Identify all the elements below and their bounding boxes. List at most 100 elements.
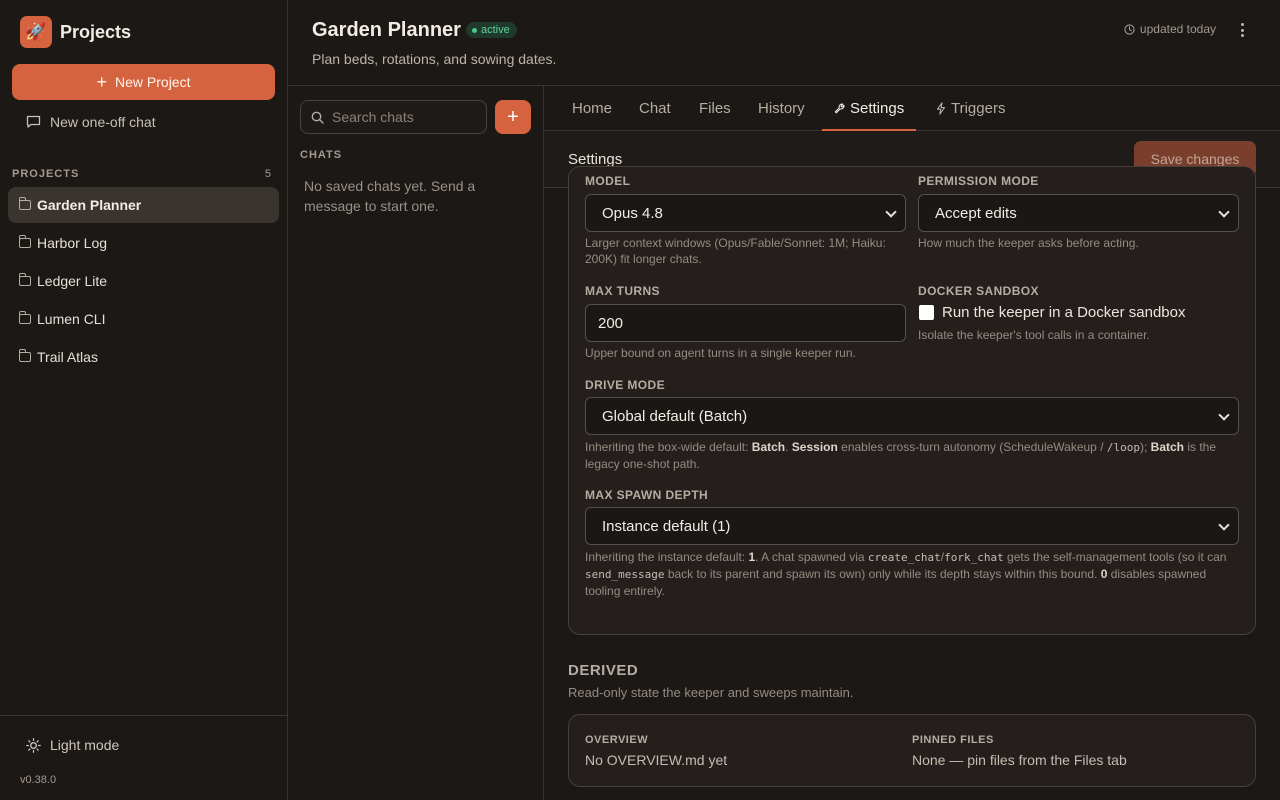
project-item-ledger-lite[interactable]: Ledger Lite [8,263,279,299]
add-chat-button[interactable]: + [495,100,531,134]
chevron-down-icon [1218,206,1230,218]
drive-mode-select[interactable]: Global default (Batch) [585,397,1239,435]
project-item-lumen-cli[interactable]: Lumen CLI [8,301,279,337]
max-spawn-depth-help: Inheriting the instance default: 1. A ch… [585,550,1227,598]
docker-sandbox-checkbox-label[interactable]: Run the keeper in a Docker sandbox [942,304,1185,321]
chat-bubble-icon [26,115,41,128]
docker-sandbox-label: DOCKER SANDBOX [918,284,1039,298]
updated-indicator: updated today [1124,22,1216,36]
search-chats-input[interactable] [332,109,472,125]
folder-icon [19,235,31,248]
sidebar: 🚀 Projects + New Project New one-off cha… [0,0,288,800]
tab-files[interactable]: Files [699,86,731,130]
app-version: v0.38.0 [20,774,57,786]
tab-home[interactable]: Home [572,86,612,130]
tab-label: Home [572,99,613,117]
status-badge: active [466,22,517,38]
pinned-files-value: None — pin files from the Files tab [912,752,1127,768]
main-panel: Home Chat Files History Settings Trigger… [544,86,1280,800]
clock-icon [1124,23,1135,35]
settings-card: MODEL Opus 4.8 Larger context windows (O… [568,166,1256,635]
brand-title: Projects [60,21,132,42]
project-tabs: Home Chat Files History Settings Trigger… [544,86,1280,131]
overview-label: OVERVIEW [585,734,649,746]
derived-subtitle: Read-only state the keeper and sweeps ma… [568,685,854,700]
max-turns-value: 200 [598,314,624,332]
folder-icon [19,349,31,362]
max-spawn-depth-select[interactable]: Instance default (1) [585,507,1239,545]
model-value: Opus 4.8 [602,204,663,222]
project-title: Garden Planner [312,19,461,41]
chevron-down-icon [1218,519,1230,531]
max-turns-label: MAX TURNS [585,284,660,298]
overview-value: No OVERVIEW.md yet [585,752,728,768]
projects-heading: PROJECTS 5 [12,168,272,180]
max-turns-input[interactable]: 200 [585,304,906,342]
new-one-off-chat-label: New one-off chat [50,114,156,130]
project-name: Lumen CLI [37,311,106,327]
project-name: Trail Atlas [37,349,98,365]
permission-mode-label: PERMISSION MODE [918,174,1039,188]
search-chats-box [300,100,487,134]
wrench-icon [834,103,845,113]
project-item-harbor-log[interactable]: Harbor Log [8,225,279,261]
project-name: Garden Planner [37,197,142,213]
new-project-button[interactable]: + New Project [12,64,275,100]
status-dot-icon [472,27,477,33]
plus-icon: + [507,105,519,128]
pinned-files-label: PINNED FILES [912,734,994,746]
docker-sandbox-help: Isolate the keeper's tool calls in a con… [918,328,1150,342]
new-one-off-chat-button[interactable]: New one-off chat [26,114,156,130]
drive-mode-help: Inheriting the box-wide default: Batch. … [585,440,1217,471]
empty-chats-message: No saved chats yet. Send a message to st… [304,178,476,214]
tab-label: History [758,99,805,117]
tab-settings[interactable]: Settings [821,86,917,131]
project-name: Harbor Log [37,235,108,251]
updated-text: updated today [1139,22,1216,36]
chats-panel: + CHATS No saved chats yet. Send a messa… [288,86,544,800]
more-options-icon[interactable] [1236,22,1248,38]
chevron-down-icon [1218,409,1230,421]
tab-label: Triggers [951,99,1006,117]
docker-sandbox-checkbox[interactable] [919,305,934,320]
tab-label: Chat [639,99,671,117]
search-icon [311,111,324,124]
projects-heading-label: PROJECTS [12,168,80,180]
bolt-icon [936,101,946,115]
sidebar-footer: Light mode v0.38.0 [0,715,287,800]
permission-mode-select[interactable]: Accept edits [918,194,1239,232]
status-text: active [481,24,510,36]
permission-mode-value: Accept edits [935,204,1017,222]
tab-label: Settings [850,99,905,117]
project-item-trail-atlas[interactable]: Trail Atlas [8,339,279,375]
light-mode-toggle[interactable]: Light mode [26,737,119,753]
model-label: MODEL [585,174,631,188]
model-help: Larger context windows (Opus/Fable/Sonne… [585,236,886,266]
project-item-garden-planner[interactable]: Garden Planner [8,187,279,223]
derived-heading: DERIVED [568,662,639,679]
new-project-label: New Project [115,74,191,90]
light-mode-label: Light mode [50,737,120,753]
folder-icon [19,311,31,324]
rocket-icon: 🚀 [20,16,52,48]
project-header: Garden Planner active Plan beds, rotatio… [288,0,1280,86]
folder-icon [19,197,31,210]
derived-card: OVERVIEW No OVERVIEW.md yet PINNED FILES… [568,714,1256,787]
drive-mode-value: Global default (Batch) [602,407,748,425]
tab-history[interactable]: History [758,86,805,130]
project-list: Garden Planner Harbor Log Ledger Lite Lu… [8,187,279,377]
project-name: Ledger Lite [37,273,108,289]
project-subtitle: Plan beds, rotations, and sowing dates. [312,51,557,67]
max-spawn-depth-label: MAX SPAWN DEPTH [585,488,709,502]
chats-heading: CHATS [300,149,343,161]
max-turns-help: Upper bound on agent turns in a single k… [585,346,856,360]
chevron-down-icon [885,206,897,218]
tab-chat[interactable]: Chat [639,86,671,130]
tab-triggers[interactable]: Triggers [936,86,1005,130]
model-select[interactable]: Opus 4.8 [585,194,906,232]
sun-icon [26,737,41,753]
permission-mode-help: How much the keeper asks before acting. [918,236,1139,250]
projects-count: 5 [264,168,272,180]
brand: 🚀 Projects [20,16,131,48]
max-spawn-depth-value: Instance default (1) [602,517,731,535]
